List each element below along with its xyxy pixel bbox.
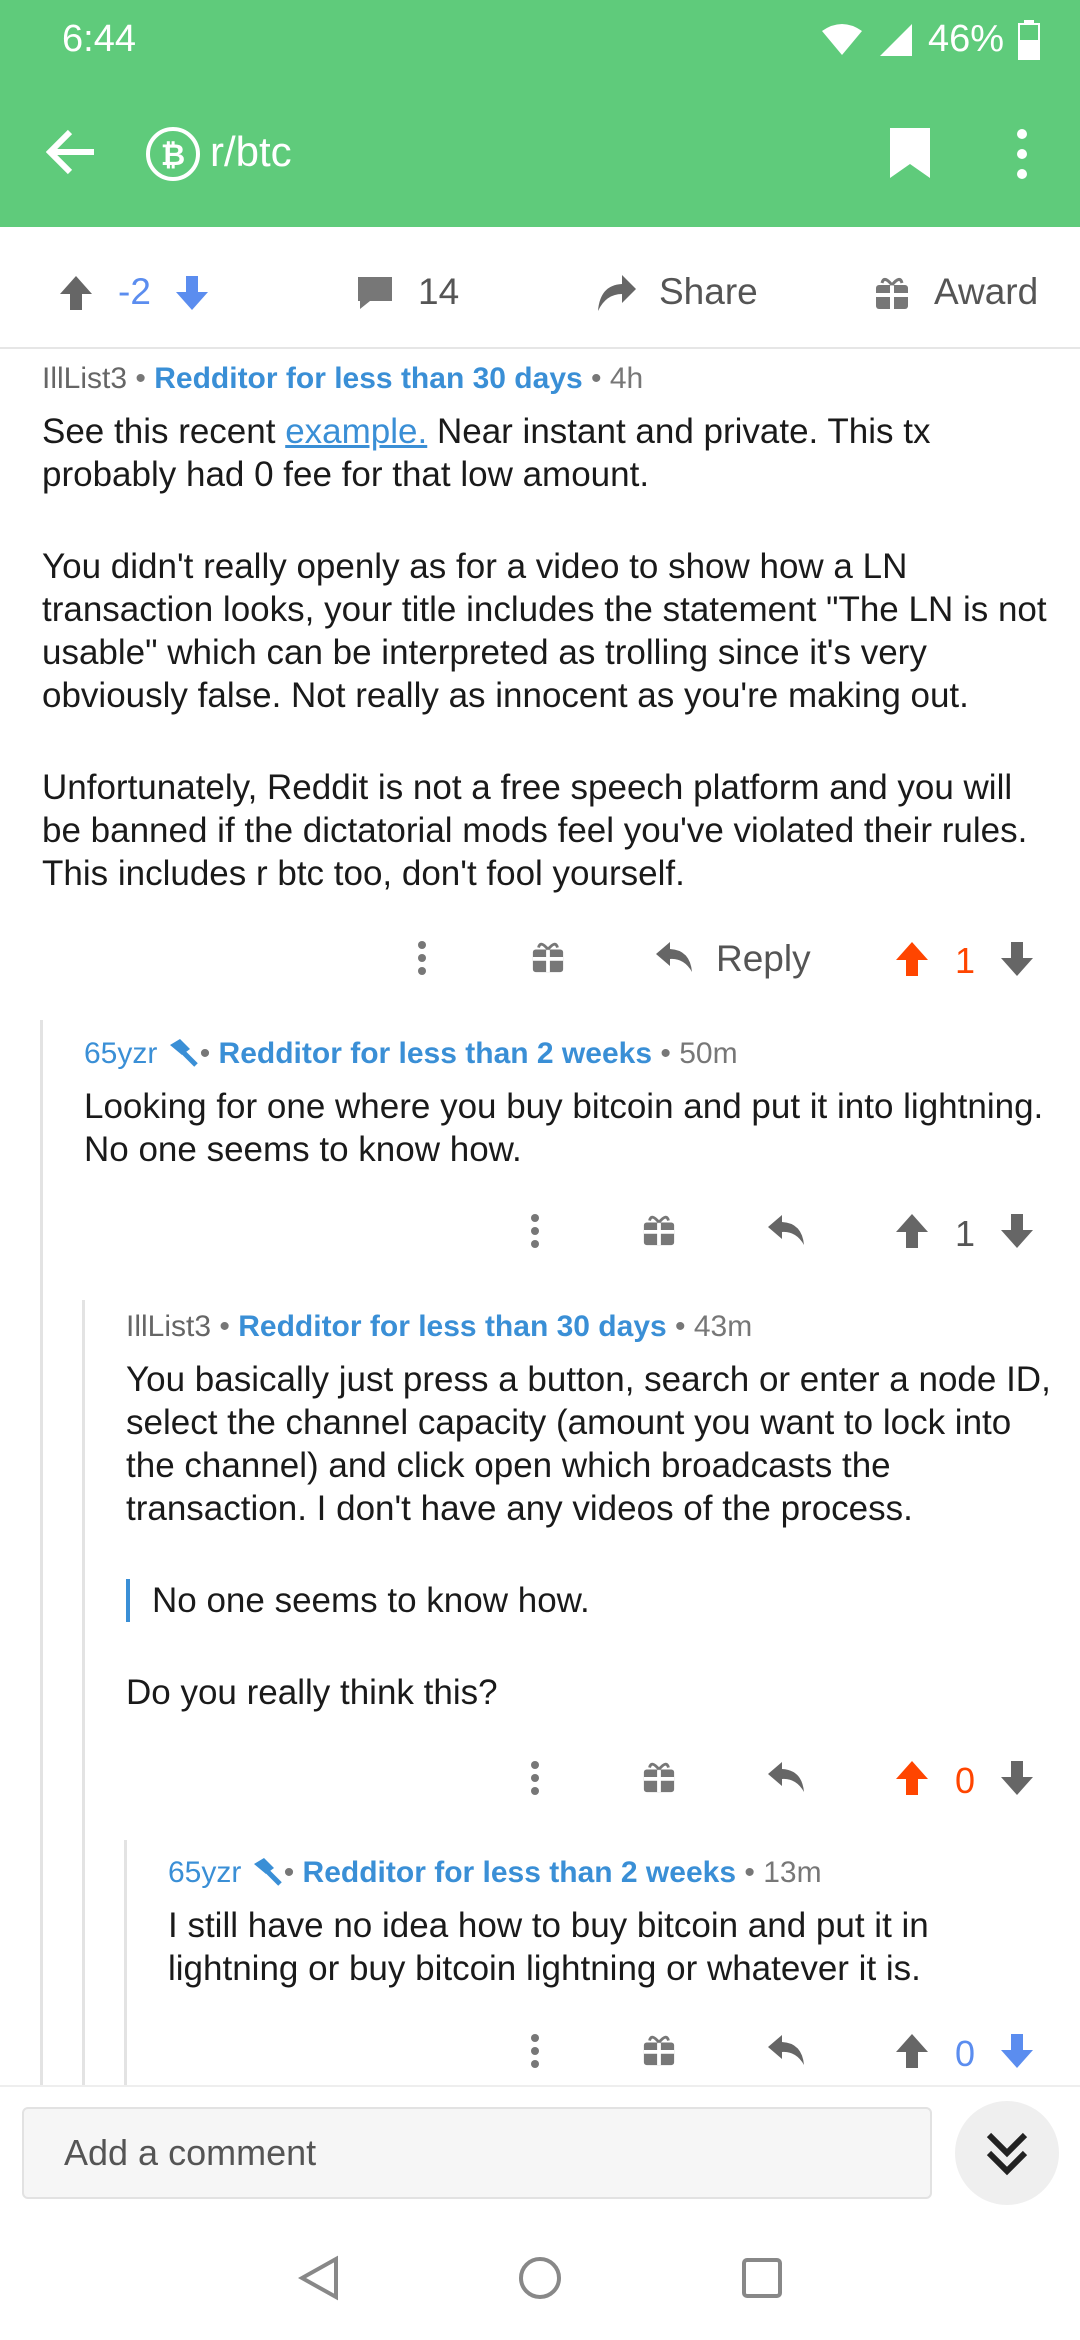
nav-home-icon[interactable] — [517, 2255, 563, 2301]
comment-meta: 65yzr • Redditor for less than 2 weeks •… — [84, 1037, 738, 1070]
award-icon[interactable] — [642, 1760, 676, 1794]
reply-icon[interactable] — [766, 1213, 806, 1247]
more-options-icon[interactable] — [527, 1213, 543, 1249]
thread-line — [82, 1300, 85, 2085]
downvote-icon[interactable] — [999, 1759, 1035, 1797]
comment-composer-bar: Add a comment — [0, 2085, 1080, 2217]
bitcoin-icon: ₿ — [146, 127, 200, 181]
comment-author[interactable]: IllList3 — [42, 362, 127, 395]
post-action-bar: -2 14 Share Award — [0, 227, 1080, 349]
system-nav-bar — [0, 2215, 1080, 2340]
award-icon[interactable] — [874, 275, 910, 311]
upvote-icon[interactable] — [894, 1212, 930, 1250]
comment-time: 43m — [693, 1310, 753, 1343]
downvote-icon[interactable] — [999, 1212, 1035, 1250]
comment-author[interactable]: IllList3 — [126, 1310, 211, 1343]
comment-meta: IllList3 • Redditor for less than 30 day… — [126, 1310, 753, 1343]
comment-time: 13m — [763, 1856, 822, 1889]
more-options-icon[interactable] — [527, 1760, 543, 1796]
reply-button[interactable]: Reply — [716, 938, 811, 980]
reply-icon[interactable] — [654, 940, 694, 974]
award-icon[interactable] — [642, 1213, 676, 1247]
comment-icon[interactable] — [356, 275, 394, 311]
battery-icon — [1018, 19, 1040, 60]
award-icon[interactable] — [642, 2033, 676, 2067]
blockquote: No one seems to know how. — [126, 1579, 1056, 1622]
upvote-icon[interactable] — [894, 940, 930, 978]
more-options-icon[interactable] — [527, 2033, 543, 2069]
subreddit-title[interactable]: r/btc — [210, 128, 292, 176]
nav-back-icon[interactable] — [298, 2255, 340, 2301]
comment-score: 1 — [955, 1213, 976, 1254]
example-link[interactable]: example. — [285, 412, 427, 451]
comment-count[interactable]: 14 — [418, 271, 459, 313]
signal-icon — [879, 23, 912, 56]
comment-body: See this recent example. Near instant an… — [42, 412, 1047, 893]
comment-author[interactable]: 65yzr — [84, 1037, 157, 1070]
comment-score: 1 — [955, 940, 976, 981]
downvote-icon[interactable] — [999, 2032, 1035, 2070]
share-button[interactable]: Share — [659, 271, 758, 313]
thread-line — [124, 1840, 127, 2085]
more-options-icon[interactable] — [414, 940, 430, 976]
jump-to-next-button[interactable] — [955, 2101, 1059, 2205]
more-vertical-icon[interactable] — [1012, 128, 1032, 180]
status-time: 6:44 — [62, 18, 136, 60]
double-chevron-down-icon — [986, 2132, 1028, 2176]
upvote-icon[interactable] — [894, 2032, 930, 2070]
comment-score: 0 — [955, 2033, 976, 2074]
nav-recents-icon[interactable] — [741, 2257, 783, 2299]
comment-input[interactable]: Add a comment — [22, 2107, 932, 2199]
bookmark-icon[interactable] — [888, 126, 932, 180]
upvote-icon[interactable] — [58, 274, 94, 312]
share-icon[interactable] — [596, 273, 638, 313]
upvote-icon[interactable] — [894, 1759, 930, 1797]
award-icon[interactable] — [531, 940, 565, 974]
comment-time: 4h — [609, 362, 644, 395]
reply-icon[interactable] — [766, 1760, 806, 1794]
award-button[interactable]: Award — [934, 271, 1038, 313]
comment-author[interactable]: 65yzr — [168, 1856, 241, 1889]
comment-body: I still have no idea how to buy bitcoin … — [168, 1906, 929, 1988]
back-arrow-icon[interactable] — [46, 128, 98, 176]
comment-body: Looking for one where you buy bitcoin an… — [84, 1087, 1044, 1169]
status-icons: 46% — [820, 18, 1040, 61]
comment-meta: IllList3 • Redditor for less than 30 day… — [42, 362, 644, 395]
user-flair: Redditor for less than 30 days — [238, 1310, 667, 1343]
svg-text:₿: ₿ — [161, 139, 185, 172]
op-badge-icon — [253, 1858, 282, 1886]
comment-meta: 65yzr • Redditor for less than 2 weeks •… — [168, 1856, 822, 1889]
reply-icon[interactable] — [766, 2033, 806, 2067]
comment-score: 0 — [955, 1760, 976, 1801]
comment-time: 50m — [679, 1037, 738, 1070]
wifi-icon — [821, 23, 862, 55]
op-badge-icon — [169, 1039, 198, 1067]
downvote-icon[interactable] — [999, 940, 1035, 978]
comment-body: You basically just press a button, searc… — [126, 1358, 1056, 1763]
downvote-icon[interactable] — [174, 274, 210, 312]
user-flair: Redditor for less than 2 weeks — [302, 1856, 737, 1889]
user-flair: Redditor for less than 30 days — [154, 362, 583, 395]
app-header: 6:44 46% ₿ r/btc — [0, 0, 1080, 227]
post-score: -2 — [118, 271, 151, 312]
battery-percent: 46% — [927, 18, 1004, 60]
thread-line — [40, 1020, 43, 2085]
user-flair: Redditor for less than 2 weeks — [218, 1037, 653, 1070]
